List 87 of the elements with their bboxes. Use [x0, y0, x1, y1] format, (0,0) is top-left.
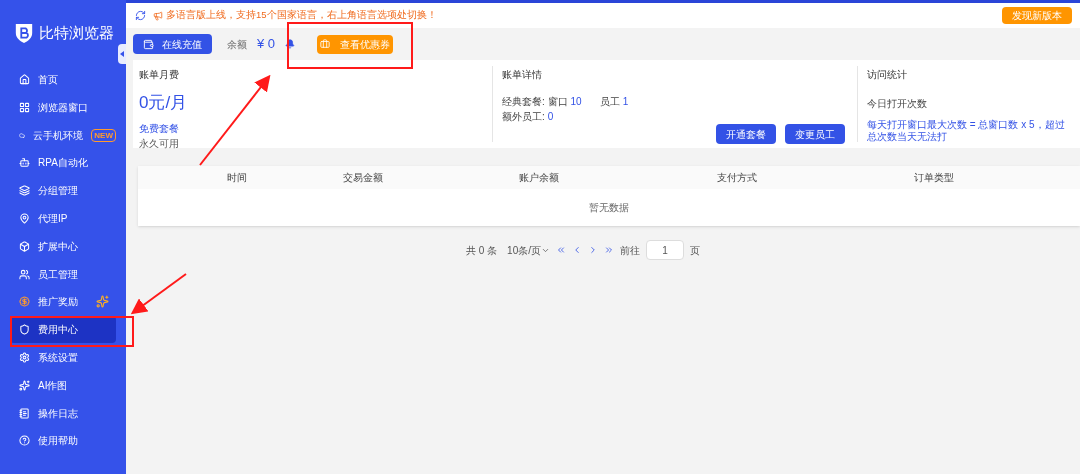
- page-input[interactable]: 1: [646, 240, 684, 260]
- sidebar-label: 推广奖励: [38, 295, 78, 310]
- column-header: 时间: [226, 171, 248, 185]
- section-title: 访问统计: [867, 68, 908, 82]
- grid-icon: [19, 101, 30, 113]
- classic-plan-value: 10: [570, 95, 582, 109]
- sidebar-label: 浏览器窗口: [38, 100, 88, 115]
- sidebar-label: 费用中心: [38, 323, 78, 338]
- sidebar-item[interactable]: 分组管理: [10, 177, 116, 205]
- sidebar-label: 代理IP: [38, 212, 68, 226]
- staff-value: 1: [622, 95, 629, 109]
- staff-label: 员工: [599, 95, 620, 109]
- megaphone-icon: [153, 10, 163, 21]
- briefcase-icon: [320, 39, 331, 49]
- collapse-tab[interactable]: [118, 44, 126, 64]
- sidebar-item[interactable]: 云手机环境 NEW: [10, 121, 116, 149]
- notice-text: 多语言版上线，支持15个国家语言，右上角语言选项处切换！: [166, 8, 437, 23]
- layers-icon: [19, 185, 30, 197]
- extra-staff-label: 额外员工:: [502, 110, 545, 124]
- new-badge: NEW: [91, 128, 116, 142]
- sidebar-item[interactable]: 使用帮助: [10, 427, 116, 455]
- previous-page-icon[interactable]: [572, 245, 582, 255]
- shield-logo-icon: [14, 22, 34, 44]
- home-icon: [19, 74, 30, 85]
- total-count: 共 0 条: [466, 243, 498, 258]
- coin-icon: [19, 296, 30, 308]
- sidebar-label: 员工管理: [38, 267, 78, 282]
- section-title: 账单详情: [502, 68, 543, 82]
- sidebar-label: 首页: [38, 73, 58, 87]
- sidebar-label: RPA自动化: [38, 156, 88, 171]
- notebook-icon: [19, 407, 30, 419]
- sidebar-item[interactable]: 系统设置: [10, 343, 116, 371]
- column-header: 账户余额: [518, 171, 560, 185]
- sidebar-item[interactable]: 代理IP: [10, 205, 116, 232]
- sparkle-icon: [19, 379, 30, 391]
- sidebar-label: 使用帮助: [38, 434, 78, 449]
- balance-value: ¥ 0: [257, 35, 276, 54]
- balance-label: 余额: [227, 37, 247, 52]
- rule-text: 每天打开窗口最大次数 = 总窗口数 x 5，超过总次数当天无法打: [867, 119, 1066, 143]
- empty-text: 暂无数据: [589, 201, 629, 215]
- goto-label: 前往: [620, 243, 640, 258]
- action-button[interactable]: 开通套餐: [716, 124, 776, 144]
- first-page-icon[interactable]: [556, 245, 566, 255]
- extra-staff-value: 0: [547, 110, 554, 124]
- shield-icon: [19, 324, 30, 336]
- sidebar-item[interactable]: RPA自动化: [10, 149, 116, 177]
- refresh-icon[interactable]: [135, 10, 146, 21]
- location-pin-icon: [19, 213, 30, 224]
- action-button[interactable]: 变更员工: [785, 124, 845, 144]
- collapse-caret-icon: [120, 51, 124, 57]
- sidebar-item[interactable]: 推广奖励: [10, 288, 116, 316]
- cube-icon: [19, 240, 30, 252]
- sidebar-label: AI作图: [38, 378, 68, 393]
- recharge-button[interactable]: 在线充值: [133, 34, 212, 54]
- column-header: 订单类型: [913, 171, 955, 185]
- sidebar-label: 云手机环境: [33, 128, 84, 143]
- sidebar-item[interactable]: 扩展中心: [10, 232, 116, 260]
- sidebar-item[interactable]: 浏览器窗口: [10, 93, 116, 121]
- help-icon: [19, 435, 30, 447]
- plan-link[interactable]: 免费套餐: [139, 120, 492, 136]
- today-opens-label: 今日打开次数: [867, 97, 928, 111]
- wallet-icon: [143, 38, 154, 50]
- sidebar-item[interactable]: 员工管理: [10, 260, 116, 288]
- sidebar-item[interactable]: 操作日志: [10, 399, 116, 427]
- users-icon: [19, 268, 30, 280]
- sidebar-item[interactable]: AI作图: [10, 371, 116, 399]
- app-logo-text: 比特浏览器: [39, 22, 114, 43]
- sidebar-label: 分组管理: [38, 184, 78, 199]
- classic-plan-label: 经典套餐: 窗口: [502, 95, 568, 109]
- sidebar-label: 操作日志: [38, 406, 78, 421]
- column-header: 交易金额: [342, 171, 384, 185]
- settings-icon: [19, 351, 30, 363]
- sidebar-label: 系统设置: [38, 350, 78, 365]
- robot-icon: [19, 157, 30, 169]
- annotation-arrow: [130, 273, 187, 315]
- bell-icon[interactable]: [285, 39, 296, 49]
- next-page-icon[interactable]: [588, 245, 598, 255]
- column-header: 支付方式: [716, 171, 758, 185]
- monthly-amount: 0元/月: [139, 92, 189, 114]
- page-suffix: 页: [690, 243, 700, 258]
- sidebar-item[interactable]: 费用中心: [10, 316, 116, 344]
- page-size-select[interactable]: 10条/页: [507, 242, 550, 258]
- sidebar-item[interactable]: 首页: [10, 66, 116, 93]
- section-title: 账单月费: [139, 68, 180, 82]
- last-page-icon[interactable]: [604, 245, 614, 255]
- validity-text: 永久可用: [139, 136, 180, 151]
- sidebar-label: 扩展中心: [38, 239, 78, 254]
